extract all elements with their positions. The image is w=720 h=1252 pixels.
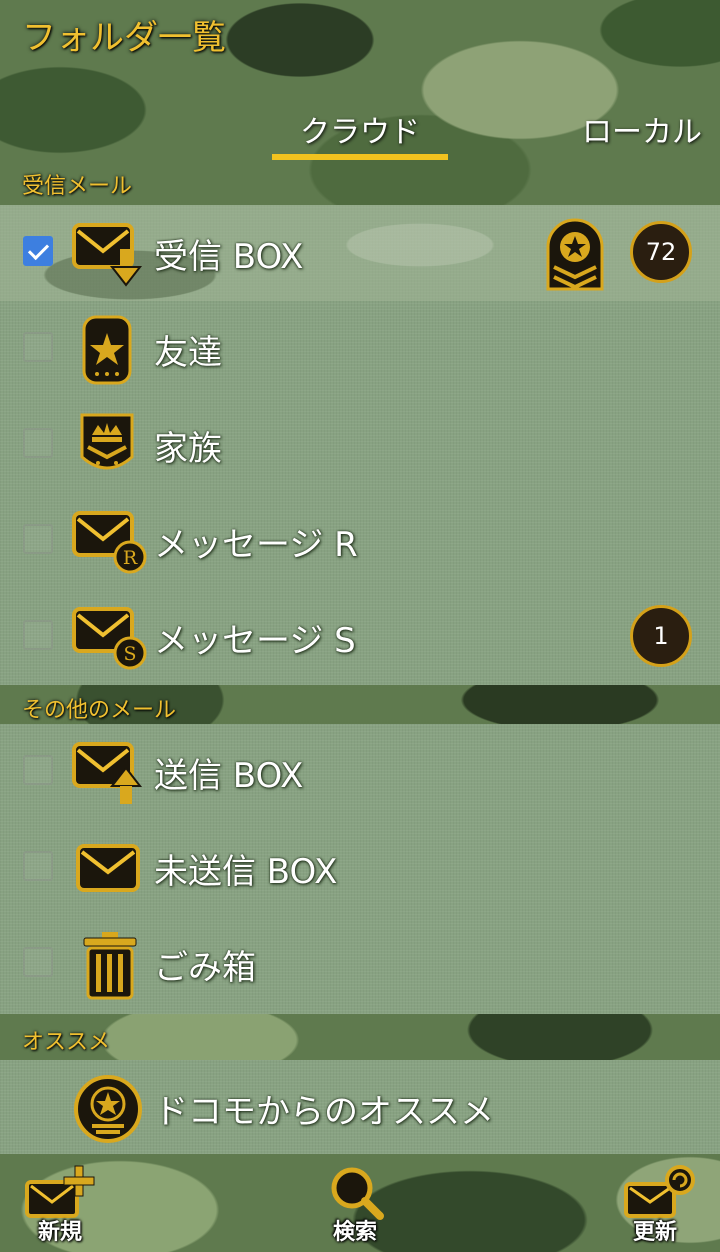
section-label-recommend: オススメ <box>22 1030 111 1055</box>
folder-checkbox[interactable] <box>23 236 53 266</box>
folder-checkbox[interactable] <box>23 755 53 785</box>
unread-count-badge: 1 <box>630 605 692 667</box>
star-medal-icon <box>74 1075 142 1143</box>
inbox-folder-list: 受信 BOX 72 友達 家族 R メッセージ R S メッセージ S 1 <box>0 205 720 685</box>
section-label-other: その他のメール <box>22 698 177 723</box>
folder-checkbox[interactable] <box>23 332 53 362</box>
active-tab-indicator <box>272 154 448 160</box>
search-button[interactable]: 検索 <box>310 1158 410 1252</box>
mail-icon <box>76 844 140 892</box>
folder-row-message-r[interactable]: R メッセージ R <box>0 493 720 589</box>
folder-label: 未送信 BOX <box>154 852 338 892</box>
folder-checkbox[interactable] <box>23 947 53 977</box>
refresh-button[interactable]: 更新 <box>610 1158 710 1252</box>
recommend-list: ドコモからのオススメ <box>0 1060 720 1154</box>
search-label: 検索 <box>332 1220 377 1245</box>
app-header: フォルダ一覧 <box>0 0 720 80</box>
folder-checkbox[interactable] <box>23 524 53 554</box>
new-mail-button[interactable]: 新規 <box>15 1158 115 1252</box>
new-mail-label: 新規 <box>37 1220 82 1245</box>
rank-insignia-icon <box>546 218 604 291</box>
folder-checkbox[interactable] <box>23 620 53 650</box>
refresh-mail-icon <box>624 1165 695 1218</box>
tab-local[interactable]: ローカル <box>582 107 702 151</box>
refresh-label: 更新 <box>632 1220 677 1245</box>
svg-text:R: R <box>123 547 138 569</box>
recommend-label: ドコモからのオススメ <box>154 1092 494 1132</box>
tab-cloud[interactable]: クラウド <box>300 107 420 151</box>
star-shield-icon <box>82 315 132 385</box>
section-label-inbox: 受信メール <box>22 174 133 199</box>
svg-text:S: S <box>123 643 136 665</box>
folder-row-message-s[interactable]: S メッセージ S 1 <box>0 589 720 685</box>
mail-download-icon <box>72 223 143 287</box>
folder-label: 友達 <box>154 333 222 373</box>
folder-row-unsent[interactable]: 未送信 BOX <box>0 820 720 916</box>
folder-row-friends[interactable]: 友達 <box>0 301 720 397</box>
folder-row-sent[interactable]: 送信 BOX <box>0 724 720 820</box>
other-folder-list: 送信 BOX 未送信 BOX ごみ箱 <box>0 724 720 1014</box>
recommend-row-docomo[interactable]: ドコモからのオススメ <box>0 1060 720 1156</box>
folder-row-inbox[interactable]: 受信 BOX 72 <box>0 205 720 301</box>
search-icon <box>331 1167 384 1220</box>
bottom-toolbar: 新規 検索 更新 <box>0 1158 720 1252</box>
mail-s-icon: S <box>72 607 147 670</box>
folder-checkbox[interactable] <box>23 428 53 458</box>
unread-count-badge: 72 <box>630 221 692 283</box>
folder-tabs: クラウド ローカル <box>0 95 720 165</box>
folder-label: 家族 <box>154 429 222 469</box>
folder-label: メッセージ S <box>154 621 356 661</box>
folder-label: 受信 BOX <box>154 237 304 277</box>
folder-label: 送信 BOX <box>154 756 304 796</box>
folder-label: ごみ箱 <box>154 948 256 988</box>
folder-label: メッセージ R <box>154 525 358 565</box>
folder-row-trash[interactable]: ごみ箱 <box>0 916 720 1012</box>
page-title: フォルダ一覧 <box>22 18 226 58</box>
crown-shield-icon <box>80 413 134 470</box>
mail-upload-icon <box>72 742 143 804</box>
folder-checkbox[interactable] <box>23 851 53 881</box>
trash-icon <box>83 932 137 1000</box>
mail-r-icon: R <box>72 511 147 574</box>
new-mail-icon <box>25 1165 95 1218</box>
folder-row-family[interactable]: 家族 <box>0 397 720 493</box>
